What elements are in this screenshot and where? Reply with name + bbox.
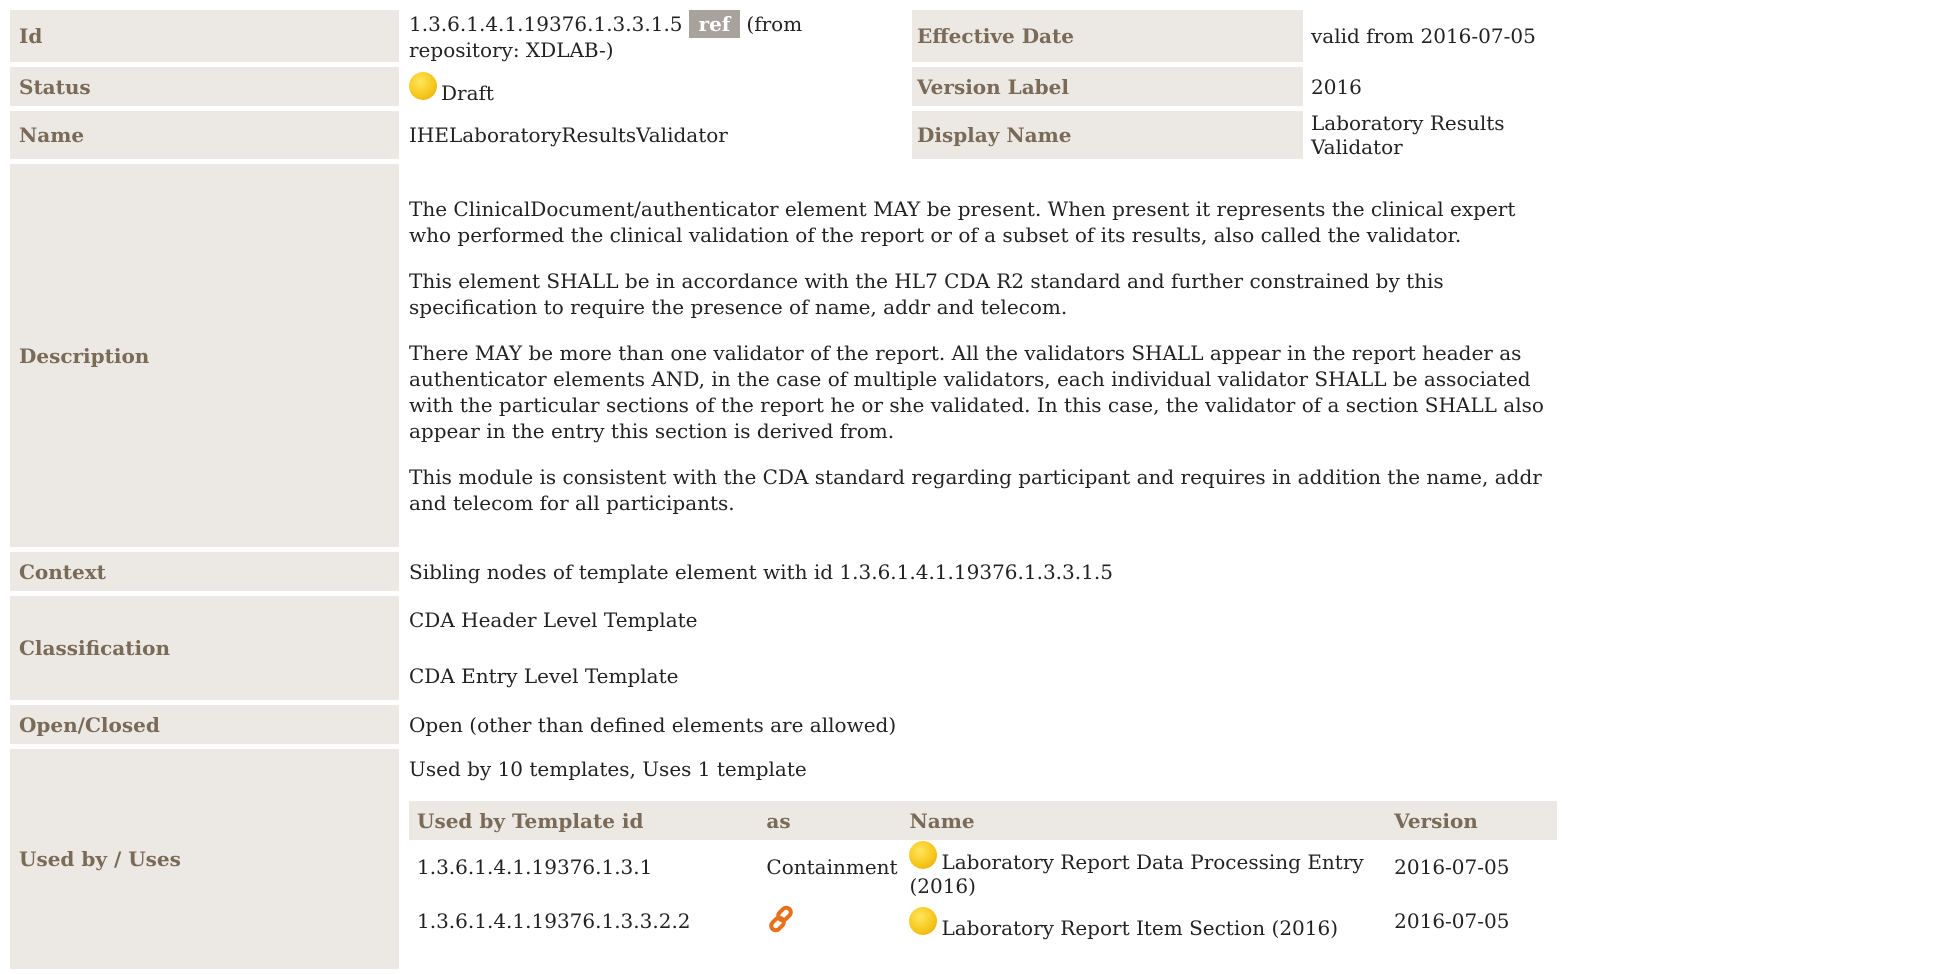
used-by-template-id[interactable]: 1.3.6.1.4.1.19376.1.3.3.2.2 bbox=[409, 894, 758, 948]
usage-table: Used by Template id as Name Version 1.3.… bbox=[409, 801, 1557, 948]
version-label-value: 2016 bbox=[1311, 74, 1362, 99]
id-row: Id 1.3.6.1.4.1.19376.1.3.3.1.5 ref (from r… bbox=[10, 10, 1557, 62]
used-by-content: Used by 10 templates, Uses 1 template Us… bbox=[399, 749, 1557, 969]
used-by-row: Used by / Uses Used by 10 templates, Use… bbox=[10, 749, 1557, 969]
usage-caption: Used by 10 templates, Uses 1 template bbox=[409, 757, 807, 781]
context-value: Sibling nodes of template element with i… bbox=[409, 559, 1113, 584]
open-closed-row: Open/Closed Open (other than defined ele… bbox=[10, 705, 1557, 744]
used-by-template-id[interactable]: 1.3.6.1.4.1.19376.1.3.1 bbox=[409, 840, 758, 894]
template-name-cell[interactable]: Laboratory Report Item Section (2016) bbox=[901, 894, 1386, 948]
name-value: IHELaboratoryResultsValidator bbox=[409, 123, 728, 147]
description-paragraph: There MAY be more than one validator of … bbox=[409, 341, 1544, 443]
column-header-name: Name bbox=[901, 801, 1387, 840]
classification-row: Classification CDA Header Level Template… bbox=[10, 596, 1557, 700]
usage-type-cell bbox=[758, 894, 901, 948]
display-name-value: Laboratory Results Validator bbox=[1311, 111, 1505, 159]
column-header-template-id: Used by Template id bbox=[409, 801, 759, 840]
link-icon bbox=[766, 904, 796, 934]
description-row: Description The ClinicalDocument/authent… bbox=[10, 164, 1557, 547]
context-label: Context bbox=[10, 552, 399, 591]
description-text: The ClinicalDocument/authenticator eleme… bbox=[399, 164, 1557, 547]
column-header-version: Version bbox=[1386, 801, 1557, 840]
draft-status-icon bbox=[909, 906, 938, 935]
display-name-label: Display Name bbox=[912, 111, 1303, 159]
classification-values: CDA Header Level Template CDA Entry Leve… bbox=[399, 596, 1557, 700]
description-paragraph: This element SHALL be in accordance with… bbox=[409, 269, 1444, 319]
classification-value: CDA Header Level Template bbox=[409, 608, 698, 632]
draft-status-icon bbox=[409, 72, 437, 100]
usage-header-row: Used by Template id as Name Version bbox=[409, 801, 1557, 840]
description-paragraph: The ClinicalDocument/authenticator eleme… bbox=[409, 197, 1516, 247]
description-paragraph: This module is consistent with the CDA s… bbox=[409, 465, 1542, 515]
template-properties-table: Id 1.3.6.1.4.1.19376.1.3.3.1.5 ref (from r… bbox=[10, 5, 1557, 974]
used-by-label: Used by / Uses bbox=[10, 749, 399, 969]
description-label: Description bbox=[10, 164, 399, 547]
table-row: 1.3.6.1.4.1.19376.1.3.1 Containment Labo… bbox=[409, 840, 1557, 898]
status-row: Status Draft Version Label 2016 bbox=[10, 67, 1557, 106]
id-label: Id bbox=[10, 10, 399, 62]
column-header-as: as bbox=[758, 801, 902, 840]
table-row: 1.3.6.1.4.1.19376.1.3.3.2.2 Laboratory R… bbox=[409, 894, 1557, 948]
classification-value: CDA Entry Level Template bbox=[409, 664, 679, 688]
effective-date-label: Effective Date bbox=[912, 10, 1303, 62]
ref-badge[interactable]: ref bbox=[688, 10, 741, 38]
template-version: 2016-07-05 bbox=[1394, 855, 1510, 879]
effective-date-value: valid from 2016-07-05 bbox=[1311, 24, 1536, 48]
draft-status-icon bbox=[909, 840, 938, 869]
classification-label: Classification bbox=[10, 596, 399, 700]
template-id: 1.3.6.1.4.1.19376.1.3.3.1.5 bbox=[409, 12, 683, 36]
open-closed-value: Open (other than defined elements are al… bbox=[409, 712, 897, 737]
context-row: Context Sibling nodes of template elemen… bbox=[10, 552, 1557, 591]
template-name-cell[interactable]: Laboratory Report Data Processing Entry … bbox=[901, 840, 1386, 898]
template-version: 2016-07-05 bbox=[1394, 909, 1510, 933]
open-closed-label: Open/Closed bbox=[10, 705, 399, 744]
id-value-cell: 1.3.6.1.4.1.19376.1.3.3.1.5 ref (from repo… bbox=[399, 10, 912, 62]
usage-type: Containment bbox=[766, 855, 898, 879]
template-name[interactable]: Laboratory Report Item Section (2016) bbox=[941, 916, 1338, 940]
template-details-page: Id 1.3.6.1.4.1.19376.1.3.3.1.5 ref (from r… bbox=[0, 0, 1948, 969]
status-label: Status bbox=[10, 67, 399, 106]
status-value-cell: Draft bbox=[399, 67, 912, 106]
name-row: Name IHELaboratoryResultsValidator Displ… bbox=[10, 111, 1557, 159]
version-label-label: Version Label bbox=[912, 67, 1303, 106]
template-name[interactable]: Laboratory Report Data Processing Entry … bbox=[909, 850, 1363, 898]
status-value: Draft bbox=[441, 81, 494, 105]
name-label: Name bbox=[10, 111, 399, 159]
